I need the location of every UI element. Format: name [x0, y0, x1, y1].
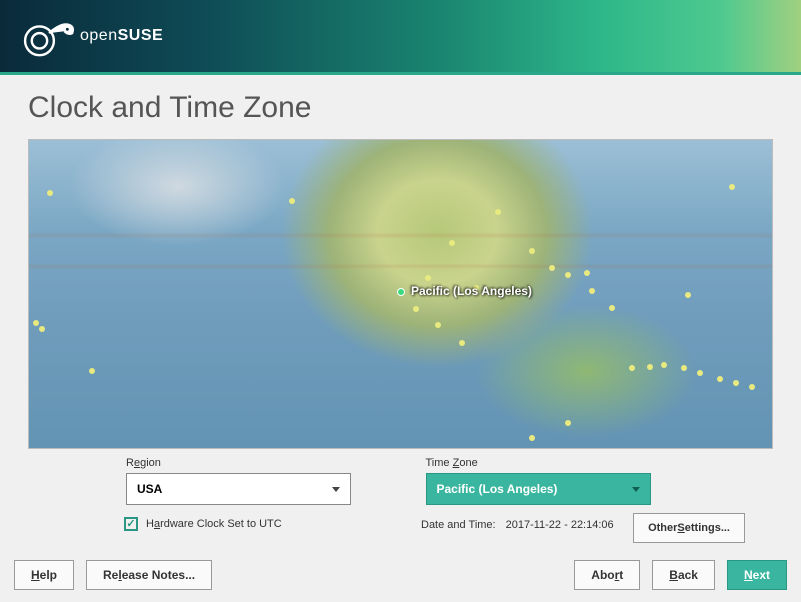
city-dot[interactable]	[47, 190, 53, 196]
release-notes-button[interactable]: Release Notes...	[86, 560, 212, 590]
city-dot[interactable]	[661, 362, 667, 368]
selected-city-label: Pacific (Los Angeles)	[411, 284, 532, 298]
region-select[interactable]: USA	[126, 473, 351, 505]
city-dot[interactable]	[729, 184, 735, 190]
city-dot[interactable]	[589, 288, 595, 294]
footer-right: Abort Back Next	[574, 560, 787, 590]
timezone-control: Time Zone Pacific (Los Angeles)	[426, 457, 676, 505]
city-dot[interactable]	[584, 270, 590, 276]
city-dot[interactable]	[413, 306, 419, 312]
secondary-row: Hardware Clock Set to UTC Date and Time:…	[28, 509, 773, 543]
other-settings-button[interactable]: Other Settings...	[633, 513, 745, 543]
city-dot[interactable]	[459, 340, 465, 346]
city-dot[interactable]	[495, 209, 501, 215]
city-dot[interactable]	[749, 384, 755, 390]
city-dot[interactable]	[529, 248, 535, 254]
city-dot[interactable]	[549, 265, 555, 271]
datetime-value: 2017-11-22 - 22:14:06	[506, 519, 614, 531]
header: openSUSE	[0, 0, 801, 75]
city-dot[interactable]	[685, 292, 691, 298]
help-button[interactable]: Help	[14, 560, 74, 590]
city-dot[interactable]	[647, 364, 653, 370]
footer: Help Release Notes... Abort Back Next	[0, 560, 801, 590]
city-dot[interactable]	[681, 365, 687, 371]
chameleon-icon	[22, 12, 80, 60]
back-button[interactable]: Back	[652, 560, 715, 590]
brand-logo: openSUSE	[22, 12, 163, 60]
datetime-label: Date and Time:	[421, 519, 496, 531]
chevron-down-icon	[632, 487, 640, 492]
hwclock-label: Hardware Clock Set to UTC	[146, 518, 282, 530]
city-dot[interactable]	[529, 435, 535, 441]
city-dot[interactable]	[435, 322, 441, 328]
timezone-label: Time Zone	[426, 457, 676, 469]
selected-city-dot	[397, 288, 405, 296]
city-dot[interactable]	[697, 370, 703, 376]
city-dot[interactable]	[629, 365, 635, 371]
footer-left: Help Release Notes...	[14, 560, 212, 590]
city-dot[interactable]	[733, 380, 739, 386]
city-dot[interactable]	[425, 275, 431, 281]
other-settings-wrap: Other Settings...	[633, 513, 745, 543]
checkbox-icon	[124, 517, 138, 531]
city-dot[interactable]	[33, 320, 39, 326]
controls-row: Region USA Time Zone Pacific (Los Angele…	[28, 449, 773, 505]
timezone-select-value: Pacific (Los Angeles)	[437, 482, 558, 496]
city-dot[interactable]	[565, 420, 571, 426]
chevron-down-icon	[332, 487, 340, 492]
city-dot[interactable]	[289, 198, 295, 204]
city-dot[interactable]	[717, 376, 723, 382]
city-dot[interactable]	[449, 240, 455, 246]
city-dot[interactable]	[565, 272, 571, 278]
city-dot[interactable]	[39, 326, 45, 332]
datetime-display: Date and Time: 2017-11-22 - 22:14:06	[421, 519, 614, 531]
hwclock-checkbox[interactable]: Hardware Clock Set to UTC	[124, 517, 282, 531]
content: Clock and Time Zone Pacific (Los	[0, 75, 801, 543]
brand-text: openSUSE	[80, 27, 163, 45]
region-control: Region USA	[126, 457, 376, 505]
timezone-select[interactable]: Pacific (Los Angeles)	[426, 473, 651, 505]
city-dot[interactable]	[89, 368, 95, 374]
region-label: Region	[126, 457, 376, 469]
abort-button[interactable]: Abort	[574, 560, 640, 590]
timezone-map[interactable]: Pacific (Los Angeles)	[28, 139, 773, 449]
next-button[interactable]: Next	[727, 560, 787, 590]
city-dot[interactable]	[609, 305, 615, 311]
region-select-value: USA	[137, 482, 162, 496]
page-title: Clock and Time Zone	[28, 91, 773, 125]
